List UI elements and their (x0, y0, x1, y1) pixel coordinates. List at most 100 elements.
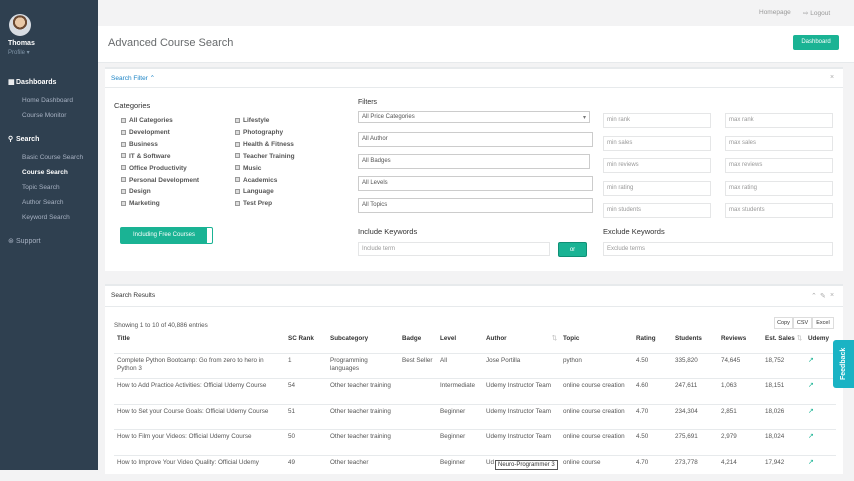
max-range-input[interactable]: max rank (725, 113, 833, 128)
checkbox[interactable] (235, 153, 240, 159)
external-link-icon[interactable]: ↗ (808, 459, 814, 466)
price-category-select[interactable]: All Price Categories ▾ (358, 111, 590, 123)
column-header[interactable]: Students (672, 333, 718, 354)
profile-menu[interactable]: Profile ▾ (8, 49, 30, 56)
homepage-link[interactable]: Homepage (759, 9, 791, 16)
table-row[interactable]: Complete Python Bootcamp: Go from zero t… (114, 352, 836, 379)
checkbox[interactable] (235, 117, 240, 123)
category-checkbox-item[interactable]: Lifestyle (235, 117, 269, 124)
nav-author-search[interactable]: Author Search (22, 199, 64, 206)
search-filter-toggle[interactable]: Search Filter ⌃ (111, 74, 155, 82)
csv-button[interactable]: CSV (793, 317, 812, 329)
nav-dashboards[interactable]: ▦Dashboards (8, 78, 56, 86)
external-link-icon[interactable]: ↗ (808, 357, 814, 364)
nav-course-monitor[interactable]: Course Monitor (22, 112, 66, 119)
category-checkbox-item[interactable]: Test Prep (235, 200, 272, 207)
column-header[interactable]: Level (437, 333, 483, 354)
table-row[interactable]: How to Improve Your Video Quality: Offic… (114, 454, 836, 481)
column-header[interactable]: Rating (633, 333, 672, 354)
nav-course-search[interactable]: Course Search (22, 169, 68, 176)
sort-icon[interactable]: ⇅ (552, 335, 557, 342)
include-term-input[interactable]: Include term (358, 242, 550, 256)
category-checkbox-item[interactable]: Personal Development (121, 177, 199, 184)
author-select[interactable]: All Author (358, 132, 593, 147)
table-row[interactable]: How to Add Practice Activities: Official… (114, 378, 836, 404)
checkbox[interactable] (121, 177, 126, 183)
checkbox[interactable] (235, 141, 240, 147)
or-button[interactable]: or (558, 242, 587, 257)
udemy-link[interactable]: ↗ (805, 454, 836, 481)
external-link-icon[interactable]: ↗ (808, 382, 814, 389)
column-header[interactable]: SC Rank (285, 333, 327, 354)
max-range-input[interactable]: max reviews (725, 158, 833, 174)
column-header[interactable]: Subcategory (327, 333, 399, 354)
wrench-icon[interactable]: ✎ (820, 292, 826, 300)
checkbox[interactable] (235, 165, 240, 171)
exclude-terms-input[interactable]: Exclude terms (603, 242, 833, 256)
badges-select[interactable]: All Badges (358, 154, 590, 169)
close-icon[interactable]: × (830, 74, 834, 81)
max-range-input[interactable]: max students (725, 203, 833, 219)
checkbox[interactable] (121, 165, 126, 171)
category-checkbox-item[interactable]: Language (235, 188, 274, 195)
min-range-input[interactable]: min rank (603, 113, 711, 128)
min-range-input[interactable]: min rating (603, 180, 711, 196)
nav-home-dashboard[interactable]: Home Dashboard (22, 97, 73, 104)
table-row[interactable]: How to Film your Videos: Official Udemy … (114, 429, 836, 455)
external-link-icon[interactable]: ↗ (808, 408, 814, 415)
min-range-input[interactable]: min sales (603, 135, 711, 151)
checkbox[interactable] (121, 201, 126, 207)
checkbox[interactable] (235, 201, 240, 207)
min-range-input[interactable]: min students (603, 203, 711, 219)
topics-select[interactable]: All Topics (358, 198, 593, 213)
category-checkbox-item[interactable]: Design (121, 188, 151, 195)
column-header[interactable]: Badge (399, 333, 437, 354)
nav-keyword-search[interactable]: Keyword Search (22, 214, 70, 221)
column-header[interactable]: Udemy (805, 333, 836, 354)
sort-icon[interactable]: ⇅ (797, 335, 802, 342)
copy-button[interactable]: Copy (774, 317, 793, 329)
category-checkbox-item[interactable]: Business (121, 141, 158, 148)
checkbox[interactable] (235, 177, 240, 183)
max-range-input[interactable]: max rating (725, 180, 833, 196)
excel-button[interactable]: Excel (812, 317, 834, 329)
collapse-icon[interactable]: ⌃ (811, 292, 817, 300)
nav-support[interactable]: ⊛ Support (8, 237, 41, 245)
checkbox[interactable] (121, 189, 126, 195)
category-checkbox-item[interactable]: Music (235, 165, 261, 172)
category-checkbox-item[interactable]: Office Productivity (121, 165, 187, 172)
column-header[interactable]: Title (114, 333, 285, 354)
checkbox[interactable] (235, 129, 240, 135)
category-checkbox-item[interactable]: All Categories (121, 117, 173, 124)
external-link-icon[interactable]: ↗ (808, 433, 814, 440)
category-checkbox-item[interactable]: Development (121, 129, 170, 136)
free-courses-toggle[interactable]: Including Free Courses (120, 227, 213, 244)
column-header[interactable]: Topic (560, 333, 633, 354)
udemy-link[interactable]: ↗ (805, 352, 836, 379)
nav-basic-course-search[interactable]: Basic Course Search (22, 154, 83, 161)
checkbox[interactable] (235, 189, 240, 195)
category-checkbox-item[interactable]: Teacher Training (235, 153, 295, 160)
levels-select[interactable]: All Levels (358, 176, 593, 191)
feedback-tab[interactable]: Feedback (833, 340, 854, 388)
checkbox[interactable] (121, 117, 126, 123)
udemy-link[interactable]: ↗ (805, 378, 836, 404)
checkbox[interactable] (121, 129, 126, 135)
max-range-input[interactable]: max sales (725, 135, 833, 151)
logout-link[interactable]: ⇨ Logout (803, 9, 830, 17)
checkbox[interactable] (121, 141, 126, 147)
close-icon[interactable]: × (830, 292, 834, 299)
udemy-link[interactable]: ↗ (805, 403, 836, 430)
dashboard-button[interactable]: Dashboard (793, 35, 839, 50)
category-checkbox-item[interactable]: Photography (235, 129, 283, 136)
category-checkbox-item[interactable]: IT & Software (121, 153, 171, 160)
table-row[interactable]: How to Set your Course Goals: Official U… (114, 403, 836, 430)
category-checkbox-item[interactable]: Academics (235, 177, 277, 184)
column-header[interactable]: Est. Sales ⇅ (762, 333, 805, 354)
avatar[interactable] (9, 14, 31, 36)
nav-search[interactable]: ⚲ Search (8, 135, 39, 143)
column-header[interactable]: Reviews (718, 333, 762, 354)
category-checkbox-item[interactable]: Health & Fitness (235, 141, 294, 148)
udemy-link[interactable]: ↗ (805, 429, 836, 455)
category-checkbox-item[interactable]: Marketing (121, 200, 160, 207)
